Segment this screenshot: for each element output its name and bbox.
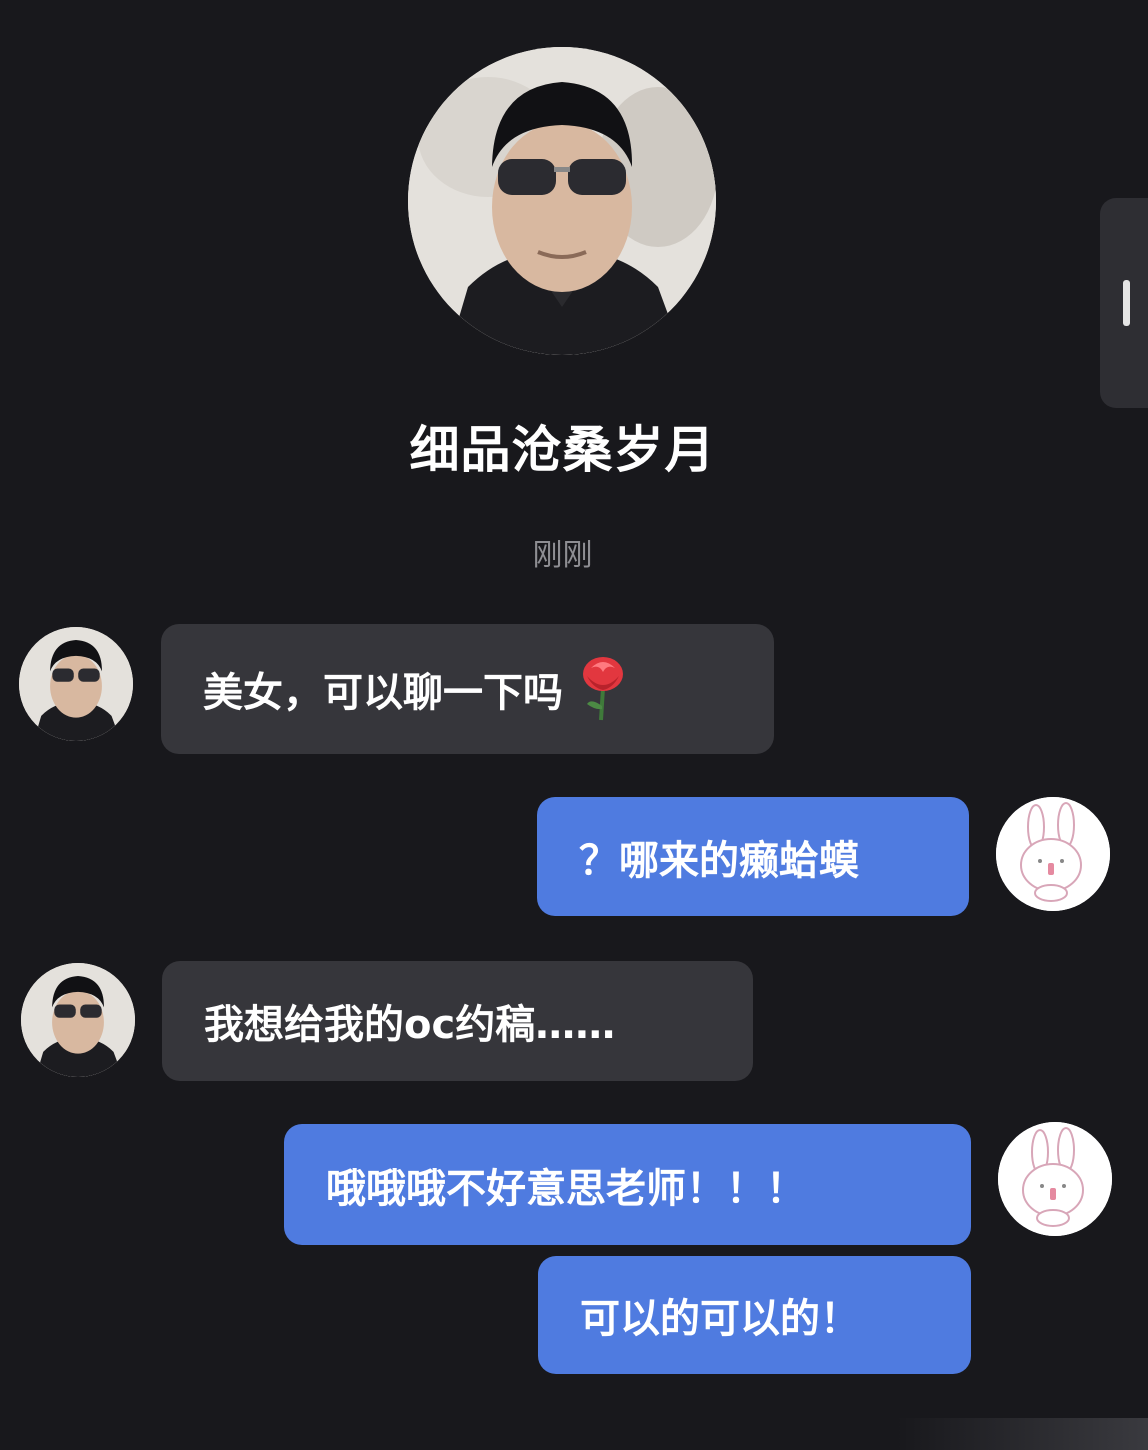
message-bubble-incoming[interactable]: 我想给我的oc约稿…… bbox=[162, 961, 753, 1081]
man-with-sunglasses-photo bbox=[21, 963, 135, 1077]
message-text: 我想给我的oc约稿…… bbox=[204, 1002, 616, 1048]
profile-name: 细品沧桑岁月 bbox=[409, 421, 716, 479]
man-with-sunglasses-photo bbox=[408, 47, 716, 355]
grip-icon bbox=[1123, 280, 1130, 326]
message-text: 哦哦哦不好意思老师！！！ bbox=[326, 1165, 806, 1212]
my-avatar[interactable] bbox=[998, 1122, 1112, 1236]
bunny-sticker-icon bbox=[998, 1122, 1112, 1236]
message-bubble-incoming[interactable]: 美女，可以聊一下吗 bbox=[161, 624, 774, 754]
bunny-sticker-icon bbox=[996, 797, 1110, 911]
chat-screen: 细品沧桑岁月 刚刚 美女，可以聊一下吗 ？哪来的癞蛤蟆 我想给我的oc约稿…… … bbox=[0, 0, 1148, 1450]
my-avatar[interactable] bbox=[996, 797, 1110, 911]
man-with-sunglasses-photo bbox=[19, 627, 133, 741]
message-text: 美女，可以聊一下吗 bbox=[203, 670, 563, 716]
sender-avatar[interactable] bbox=[21, 963, 135, 1077]
profile-avatar[interactable] bbox=[408, 47, 716, 355]
message-bubble-outgoing[interactable]: ？哪来的癞蛤蟆 bbox=[537, 797, 969, 916]
bottom-edge bbox=[0, 1418, 1148, 1450]
side-drawer-handle[interactable] bbox=[1100, 198, 1148, 408]
message-bubble-outgoing[interactable]: 哦哦哦不好意思老师！！！ bbox=[284, 1124, 971, 1245]
message-text: 可以的可以的！ bbox=[580, 1296, 860, 1342]
sender-avatar[interactable] bbox=[19, 627, 133, 741]
timestamp: 刚刚 bbox=[532, 538, 593, 573]
message-bubble-outgoing[interactable]: 可以的可以的！ bbox=[538, 1256, 971, 1374]
rose-icon bbox=[583, 657, 623, 721]
message-text: ？哪来的癞蛤蟆 bbox=[579, 837, 859, 884]
